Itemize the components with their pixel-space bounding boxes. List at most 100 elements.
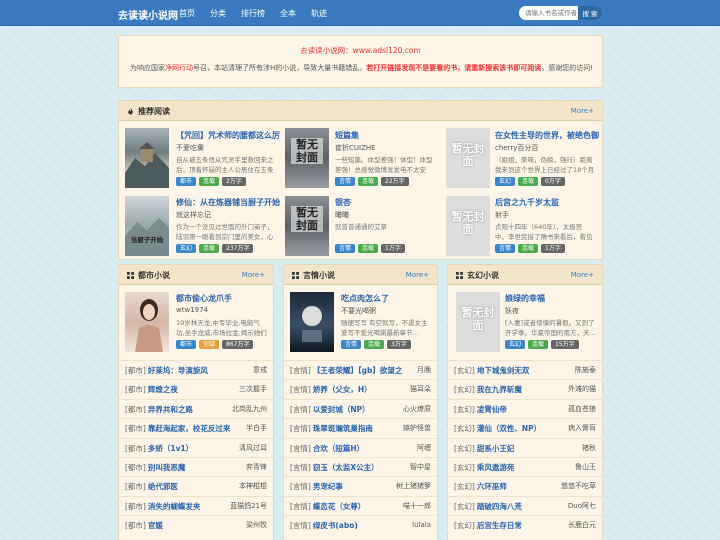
more-link[interactable]: More+ — [242, 271, 265, 279]
book-cover[interactable]: 暂无封面 — [446, 128, 490, 188]
book-cover[interactable] — [125, 292, 169, 352]
book-title[interactable]: 吃点肉怎么了 — [341, 293, 389, 304]
search-input[interactable] — [519, 6, 578, 20]
list-item[interactable]: [都市] 异界共和之路 北岗乱九州 — [119, 398, 273, 418]
book-title[interactable]: 在女性主导的世界，被绝色御 — [495, 130, 599, 141]
list-book-title[interactable]: 绝代邪医 — [148, 482, 178, 491]
book-title[interactable]: 短篇集 — [335, 130, 359, 141]
list-item[interactable]: [玄幻] 我在九界斩魔 外滩的猫 — [448, 379, 602, 398]
list-item[interactable]: [玄幻] 踏破四海八荒 Duo阿七 — [448, 495, 602, 515]
more-link[interactable]: More+ — [571, 271, 594, 279]
list-book-title[interactable]: 好莱坞：导演旋风 — [148, 366, 208, 375]
list-item[interactable]: [都市] 辉煌之夜 三次握手 — [119, 379, 273, 398]
list-item[interactable]: [玄幻] 六环巫师 悠悠不吃草 — [448, 476, 602, 495]
genre-tag[interactable]: 言情 — [341, 340, 362, 349]
nav-home[interactable]: 首页 — [179, 8, 195, 19]
list-item[interactable]: [玄幻] 后宫生存日常 长鹿白元 — [448, 515, 602, 534]
genre-tag[interactable]: 玄幻 — [505, 340, 526, 349]
genre-tag[interactable]: 言情 — [335, 244, 356, 253]
book-title[interactable]: 【咒回】咒术师的腰都这么厉 — [176, 130, 280, 141]
book-cover[interactable]: 暂无封面 — [446, 196, 490, 256]
list-book-title[interactable]: 娇养（父女，H） — [313, 385, 372, 394]
book-cover[interactable]: 暂无封面 — [456, 292, 500, 352]
list-book-title[interactable]: 灌仙（双性、NP） — [477, 424, 541, 433]
list-item[interactable]: [玄幻] 凌霄仙帝 孤血苍狼 — [448, 398, 602, 418]
book-cover[interactable]: 当厨子开始 — [125, 196, 169, 256]
list-item[interactable]: [都市] 好莱坞：导演旋风 意戒 — [119, 360, 273, 379]
list-book-title[interactable]: 蝶恋花（女尊） — [313, 502, 366, 511]
book-title[interactable]: 银杏 — [335, 197, 351, 208]
list-book-title[interactable]: 地下城鬼剑无双 — [477, 366, 530, 375]
list-book-title[interactable]: 多娇（1v1） — [148, 444, 193, 453]
list-item[interactable]: [都市] 消失的蝴蝶发夹 蓝猫鸽21号 — [119, 495, 273, 515]
list-item[interactable]: [言情] 绿皮书(abo) lulala — [284, 515, 437, 534]
list-book-title[interactable]: 乘风遨游苑 — [477, 463, 515, 472]
list-book-title[interactable]: 男宠纪事 — [313, 482, 343, 491]
list-item[interactable]: [言情] 以爱封城（NP） 心火燎原 — [284, 398, 437, 418]
more-link[interactable]: More+ — [406, 271, 429, 279]
book-cover[interactable]: 暂无封面 — [285, 196, 329, 256]
book-title[interactable]: 娘绿的幸福 — [505, 293, 545, 304]
nav-complete[interactable]: 全本 — [280, 8, 296, 19]
list-book-title[interactable]: 凌霄仙帝 — [477, 405, 507, 414]
list-item[interactable]: [都市] 靠赶海起家，校花反过来 半白手 — [119, 418, 273, 437]
genre-tag[interactable]: 言情 — [335, 177, 356, 186]
nav-ranking[interactable]: 排行榜 — [241, 8, 265, 19]
list-book-title[interactable]: 珠翠斑斓筑巢指南 — [313, 424, 373, 433]
list-item[interactable]: [言情] 【王者荣耀】【gb】欲望之 月晚 — [284, 360, 437, 379]
site-logo[interactable]: 去读读小说网 — [118, 7, 178, 22]
more-link[interactable]: More+ — [571, 107, 594, 115]
genre-tag[interactable]: 言情 — [495, 244, 516, 253]
list-book-title[interactable]: 靠赶海起家，校花反过来 — [148, 424, 231, 433]
genre-tag[interactable]: 都市 — [176, 177, 197, 186]
list-item[interactable]: [言情] 娇养（父女，H） 猫耳朵 — [284, 379, 437, 398]
genre-tag[interactable]: 玄幻 — [176, 244, 197, 253]
list-book-title[interactable]: 辉煌之夜 — [148, 385, 178, 394]
list-item[interactable]: [玄幻] 乘风遨游苑 鲁山王 — [448, 457, 602, 476]
genre-tag[interactable]: 玄幻 — [495, 177, 516, 186]
list-category: [言情] — [290, 404, 311, 414]
list-book-title[interactable]: 踏破四海八荒 — [477, 502, 522, 511]
wordcount-tag: 1万字 — [381, 244, 405, 253]
list-book-author: 月晚 — [417, 366, 431, 374]
nav-category[interactable]: 分类 — [210, 8, 226, 19]
book-cover[interactable] — [125, 128, 169, 188]
list-book-title[interactable]: 消失的蝴蝶发夹 — [148, 502, 201, 511]
grid-icon — [127, 272, 134, 279]
list-item[interactable]: [言情] 窃玉（太监X公主） 智中星 — [284, 457, 437, 476]
list-book-title[interactable]: 【王者荣耀】【gb】欲望之 — [313, 366, 403, 375]
book-cover[interactable] — [290, 292, 334, 352]
list-book-title[interactable]: 绿皮书(abo) — [313, 521, 358, 530]
list-book-title[interactable]: 甜系小王妃 — [477, 444, 515, 453]
list-item[interactable]: [言情] 珠翠斑斓筑巢指南 嫉妒怪兽 — [284, 418, 437, 437]
nav-history[interactable]: 轨迹 — [311, 8, 327, 19]
book-title[interactable]: 修仙：从在炼器铺当厨子开始 — [176, 197, 280, 208]
list-book-title[interactable]: 别叫我恶魔 — [148, 463, 186, 472]
list-item[interactable]: [言情] 合欢（短篇H） 阿缠 — [284, 437, 437, 457]
list-book-title[interactable]: 异界共和之路 — [148, 405, 193, 414]
panel-header: 都市小说 More+ — [119, 265, 273, 285]
landscape-image — [125, 142, 169, 188]
list-item[interactable]: [都市] 别叫我恶魔 弈青锋 — [119, 457, 273, 476]
book-title[interactable]: 都市偷心龙爪手 — [176, 293, 232, 304]
book-title[interactable]: 后宫之九千岁太监 — [495, 197, 559, 208]
genre-tag[interactable]: 都市 — [176, 340, 197, 349]
list-item[interactable]: [都市] 多娇（1v1） 清风过耳 — [119, 437, 273, 457]
list-item[interactable]: [玄幻] 甜系小王妃 褚秋 — [448, 437, 602, 457]
list-book-title[interactable]: 我在九界斩魔 — [477, 385, 522, 394]
list-book-title[interactable]: 合欢（短篇H） — [313, 444, 364, 453]
list-book-title[interactable]: 官媛 — [148, 521, 163, 530]
list-book-title[interactable]: 以爱封城（NP） — [313, 405, 370, 414]
status-tag: 连载 — [518, 177, 539, 186]
list-item[interactable]: [都市] 绝代邪医 本神棍棍 — [119, 476, 273, 495]
list-item[interactable]: [言情] 男宠纪事 树上猪猪箩 — [284, 476, 437, 495]
list-item[interactable]: [都市] 官媛 梁州牧 — [119, 515, 273, 534]
search-button[interactable]: 搜 索 — [578, 6, 602, 20]
list-book-title[interactable]: 六环巫师 — [477, 482, 507, 491]
list-book-title[interactable]: 窃玉（太监X公主） — [313, 463, 379, 472]
list-item[interactable]: [玄幻] 地下城鬼剑无双 陈施泰 — [448, 360, 602, 379]
book-cover[interactable]: 暂无封面 — [285, 128, 329, 188]
list-book-title[interactable]: 后宫生存日常 — [477, 521, 522, 530]
list-item[interactable]: [玄幻] 灌仙（双性、NP） 病入膏肓 — [448, 418, 602, 437]
list-item[interactable]: [言情] 蝶恋花（女尊） 喵十一郎 — [284, 495, 437, 515]
